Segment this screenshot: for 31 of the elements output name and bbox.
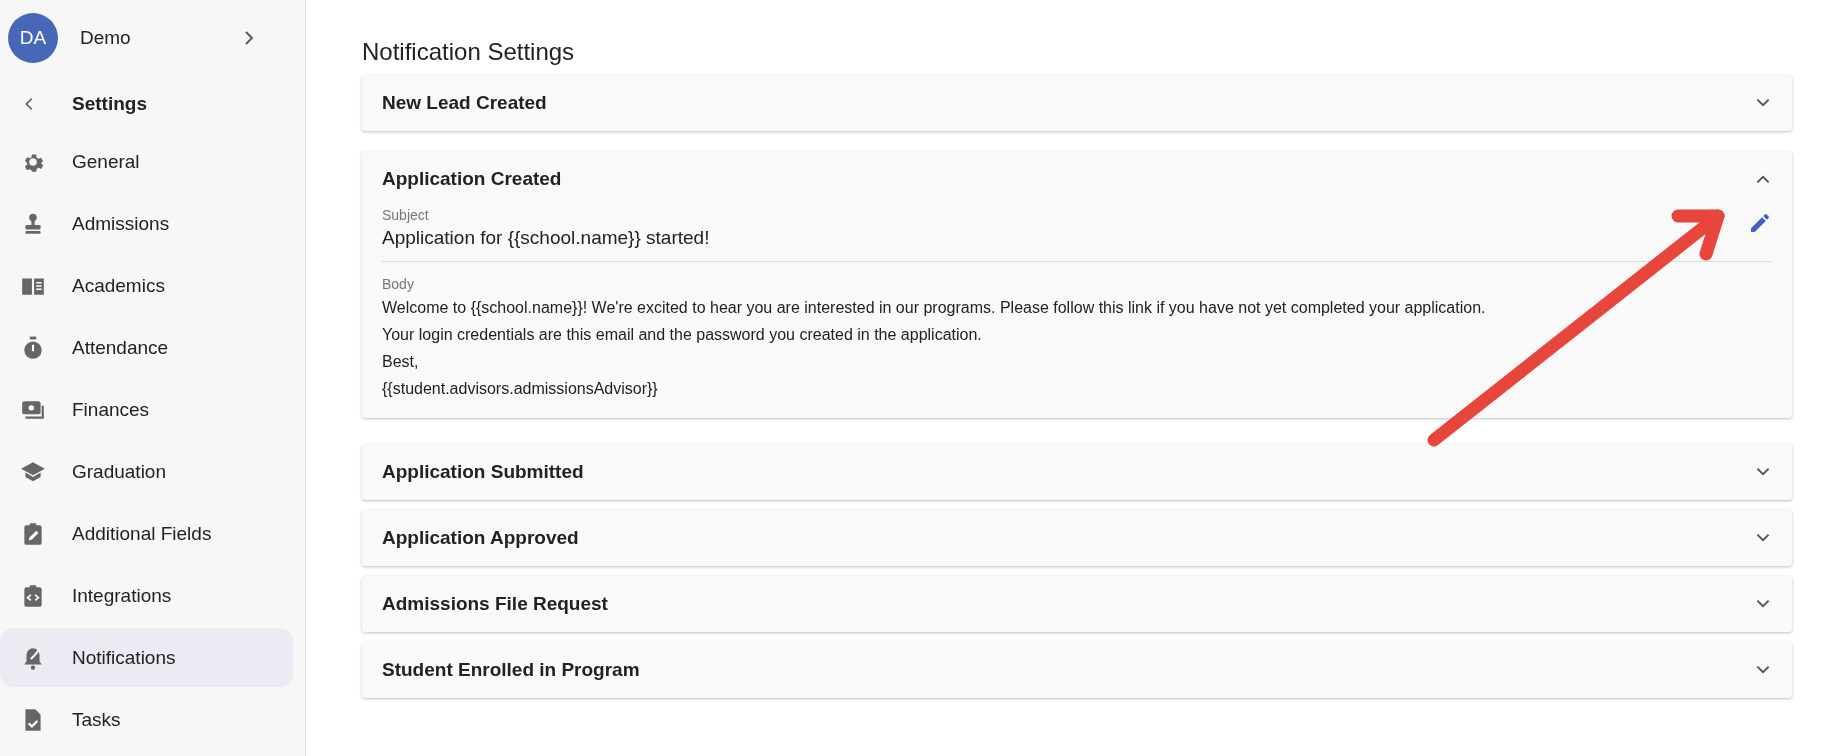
sidebar-item[interactable]: Academics bbox=[0, 256, 293, 315]
edit-icon[interactable] bbox=[1748, 211, 1772, 235]
sidebar-item[interactable]: Admissions bbox=[0, 194, 293, 253]
accordion-header[interactable]: Application Submitted bbox=[362, 444, 1792, 500]
sidebar-item[interactable]: Integrations bbox=[0, 566, 293, 625]
sidebar-title: Settings bbox=[72, 93, 147, 115]
panel-title: Application Submitted bbox=[382, 461, 584, 483]
panel-title: Application Approved bbox=[382, 527, 579, 549]
sidebar-item[interactable]: Tasks bbox=[0, 690, 293, 749]
panel-title: Student Enrolled in Program bbox=[382, 659, 640, 681]
accordion-header[interactable]: Application Created bbox=[362, 151, 1792, 207]
sidebar-item[interactable]: General bbox=[0, 132, 293, 191]
panel-title: Application Created bbox=[382, 168, 562, 190]
field-label: Subject bbox=[382, 207, 430, 223]
accordion-header[interactable]: Admissions File Request bbox=[362, 576, 1792, 632]
panel-title: Admissions File Request bbox=[382, 593, 608, 615]
sidebar-item[interactable]: Finances bbox=[0, 380, 293, 439]
accordion-header[interactable]: Student Enrolled in Program bbox=[362, 642, 1792, 698]
avatar[interactable]: DA bbox=[8, 13, 58, 63]
page-title: Notification Settings bbox=[362, 38, 576, 66]
accordion-header[interactable]: Application Approved bbox=[362, 510, 1792, 566]
panel-title: New Lead Created bbox=[382, 92, 547, 114]
account-name: Demo bbox=[80, 27, 132, 49]
field-label: Body bbox=[382, 276, 415, 292]
accordion-header[interactable]: New Lead Created bbox=[362, 75, 1792, 131]
sidebar-item[interactable]: Additional Fields bbox=[0, 504, 293, 563]
sidebar-item[interactable]: Graduation bbox=[0, 442, 293, 501]
sidebar-item[interactable]: Attendance bbox=[0, 318, 293, 377]
email-body-text: Welcome to {{school.name}}! We're excited to hear you are interested in our programs. Please follow this link if you have not yet completed your application. Your login credentials are this email and the password you created in the application. Best, {{student.advisors.admissionsAdvisor}} bbox=[382, 298, 1487, 399]
subject-text: Application for {{school.name}} started! bbox=[382, 227, 710, 249]
sidebar-item[interactable]: Notifications bbox=[0, 628, 293, 687]
